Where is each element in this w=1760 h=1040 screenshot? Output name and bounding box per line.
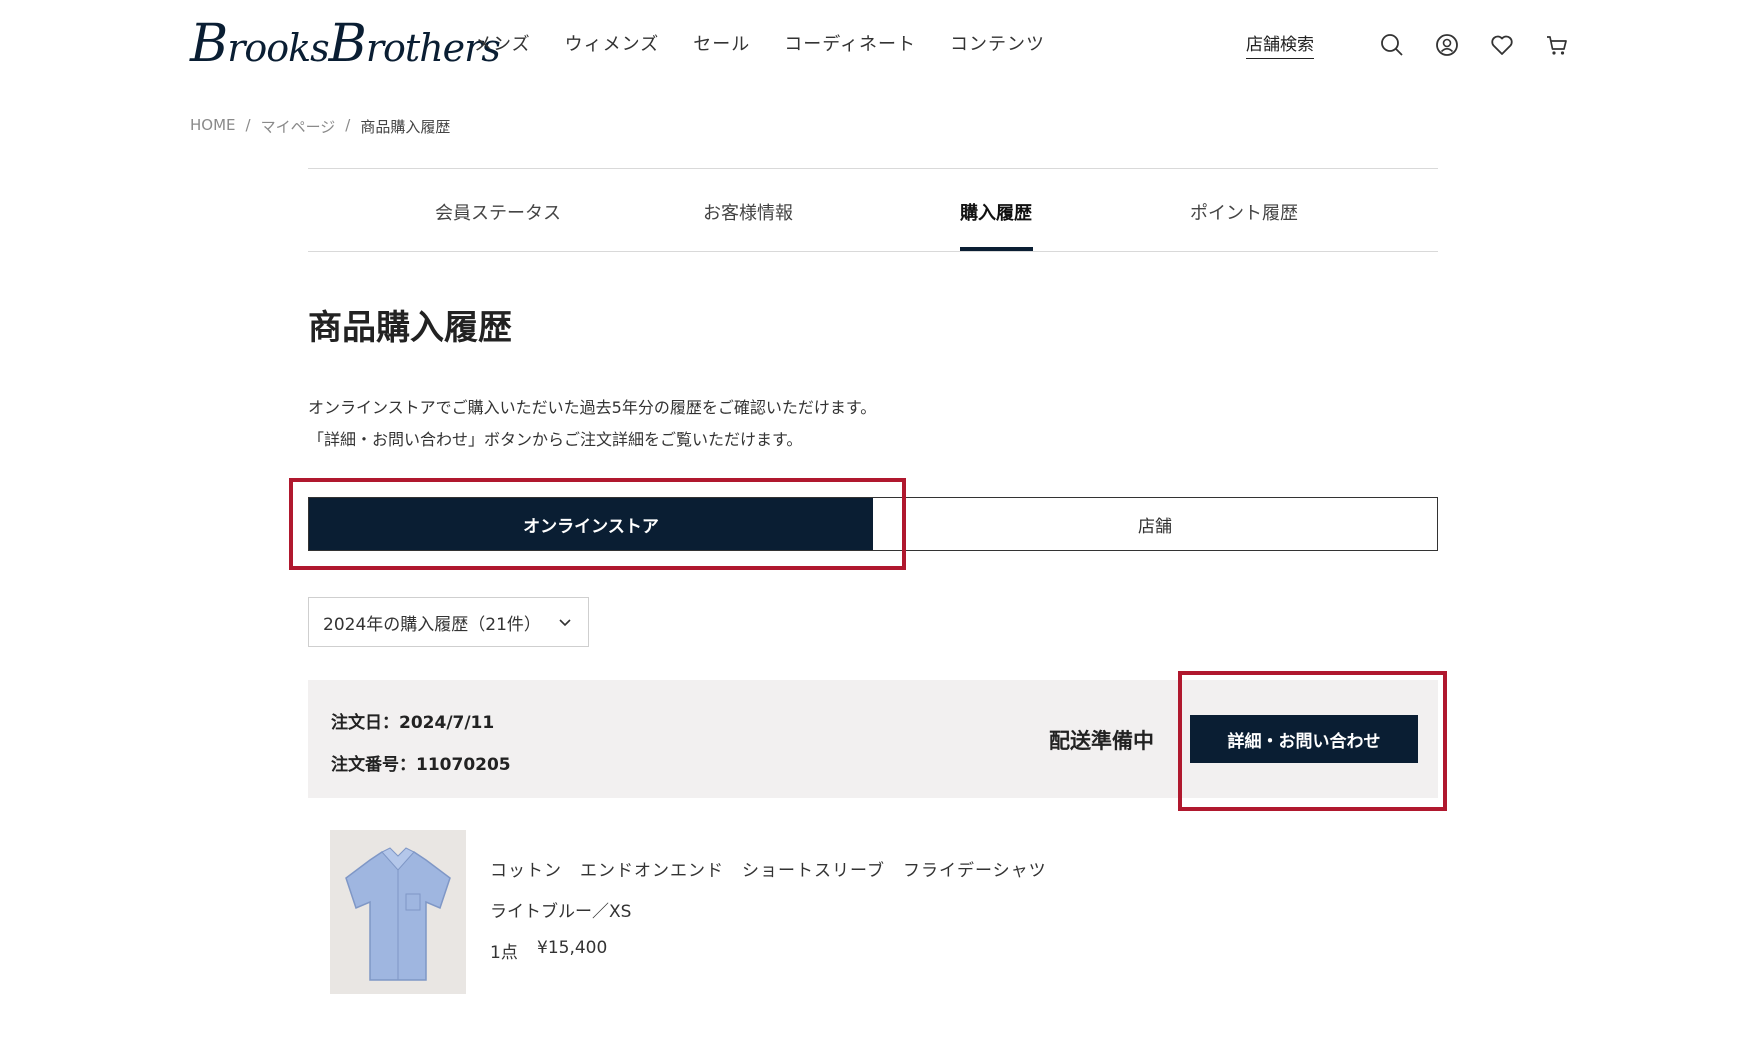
breadcrumb-home[interactable]: HOME bbox=[190, 116, 236, 137]
mypage-tabs: 会員ステータス お客様情報 購入履歴 ポイント履歴 bbox=[308, 168, 1438, 252]
breadcrumb-current: 商品購入履歴 bbox=[360, 118, 451, 136]
highlight-box-detail-button bbox=[1178, 671, 1447, 811]
nav-item-mens[interactable]: メンズ bbox=[474, 30, 531, 56]
tab-customer-info[interactable]: お客様情報 bbox=[703, 199, 793, 225]
active-tab-indicator bbox=[960, 247, 1033, 251]
breadcrumb-mypage[interactable]: マイページ bbox=[261, 116, 336, 137]
intro-line-1: オンラインストアでご購入いただいた過去5年分の履歴をご確認いただけます。 bbox=[308, 398, 877, 417]
highlight-box-online-tab bbox=[289, 478, 906, 570]
year-select-value: 2024年の購入履歴（21件） bbox=[323, 614, 541, 635]
shirt-image bbox=[330, 830, 466, 994]
nav-item-coordinate[interactable]: コーディネート bbox=[784, 30, 916, 56]
nav-item-contents[interactable]: コンテンツ bbox=[950, 30, 1045, 56]
heart-icon[interactable] bbox=[1489, 32, 1515, 58]
page-title: 商品購入履歴 bbox=[308, 308, 512, 348]
order-number: 注文番号：11070205 bbox=[331, 755, 511, 775]
breadcrumb: HOME / マイページ / 商品購入履歴 bbox=[190, 116, 450, 137]
tab-member-status[interactable]: 会員ステータス bbox=[435, 199, 561, 225]
nav-item-sale[interactable]: セール bbox=[693, 30, 750, 56]
product-price: ¥15,400 bbox=[537, 938, 608, 958]
year-select[interactable]: 2024年の購入履歴（21件） bbox=[308, 597, 589, 647]
main-nav: メンズ ウィメンズ セール コーディネート コンテンツ bbox=[474, 30, 1079, 56]
product-name[interactable]: コットン エンドオンエンド ショートスリーブ フライデーシャツ bbox=[490, 856, 1047, 881]
order-status: 配送準備中 bbox=[1049, 729, 1154, 753]
breadcrumb-separator: / bbox=[345, 116, 351, 134]
brand-logo[interactable]: BrooksBrothers bbox=[190, 14, 501, 74]
store-search-link[interactable]: 店舗検索 bbox=[1246, 30, 1314, 59]
store-tab[interactable]: 店舗 bbox=[873, 498, 1437, 550]
breadcrumb-separator: / bbox=[245, 116, 251, 134]
utility-nav: 店舗検索 bbox=[1246, 30, 1570, 59]
product-quantity: 1点 bbox=[490, 943, 518, 963]
search-icon[interactable] bbox=[1379, 32, 1405, 58]
chevron-down-icon bbox=[558, 615, 572, 629]
product-variant: ライトブルー／XS bbox=[490, 902, 632, 922]
site-header: BrooksBrothers メンズ ウィメンズ セール コーディネート コンテ… bbox=[0, 0, 1760, 95]
order-date: 注文日：2024/7/11 bbox=[331, 713, 495, 733]
intro-text: オンラインストアでご購入いただいた過去5年分の履歴をご確認いただけます。 「詳細… bbox=[308, 392, 876, 456]
nav-item-womens[interactable]: ウィメンズ bbox=[565, 30, 660, 56]
tab-purchase-history[interactable]: 購入履歴 bbox=[960, 199, 1032, 225]
intro-line-2: 「詳細・お問い合わせ」ボタンからご注文詳細をご覧いただけます。 bbox=[308, 430, 803, 449]
product-image[interactable] bbox=[330, 830, 466, 994]
tab-point-history[interactable]: ポイント履歴 bbox=[1190, 199, 1298, 225]
cart-icon[interactable] bbox=[1544, 32, 1570, 58]
account-icon[interactable] bbox=[1434, 32, 1460, 58]
